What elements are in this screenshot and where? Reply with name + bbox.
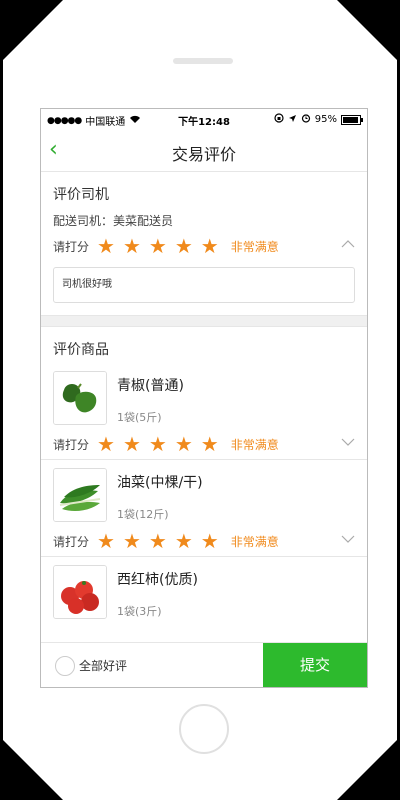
product-item: 油菜(中棵/干) 1袋(12斤) 请打分 ★ ★ ★ ★ ★ 非常满意 [41, 459, 367, 556]
frame-corner [3, 740, 63, 800]
chevron-down-icon[interactable] [341, 532, 355, 548]
star-rating[interactable]: ★ ★ ★ ★ ★ [97, 531, 219, 551]
star-icon[interactable]: ★ [201, 531, 219, 551]
star-rating[interactable]: ★ ★ ★ ★ ★ [97, 434, 219, 454]
product-quantity: 1袋(12斤) [117, 508, 169, 521]
star-icon[interactable]: ★ [149, 531, 167, 551]
product-quantity: 1袋(3斤) [117, 605, 162, 618]
star-icon[interactable]: ★ [123, 531, 141, 551]
star-icon[interactable]: ★ [175, 434, 193, 454]
nav-bar: ‹ 交易评价 [41, 131, 367, 172]
rating-label: 请打分 [53, 534, 90, 549]
product-rating-row: 请打分 ★ ★ ★ ★ ★ 非常满意 [41, 431, 367, 457]
star-icon[interactable]: ★ [201, 236, 219, 256]
rating-text: 非常满意 [230, 534, 279, 549]
status-bar: ●●●●● 中国联通 下午12:48 95% [41, 109, 367, 131]
goods-section-title: 评价商品 [53, 342, 109, 358]
screen: ●●●●● 中国联通 下午12:48 95% ‹ 交易评价 评价司机 配送司机：… [40, 108, 368, 688]
location-icon [288, 114, 297, 126]
chevron-down-icon[interactable] [341, 435, 355, 451]
driver-section-title: 评价司机 [53, 187, 109, 203]
star-icon[interactable]: ★ [149, 236, 167, 256]
lock-rotation-icon [274, 113, 284, 126]
tomato-image [53, 565, 107, 619]
frame-corner [337, 0, 397, 60]
frame-corner [337, 740, 397, 800]
home-button[interactable] [179, 704, 229, 754]
rating-text: 非常满意 [230, 239, 279, 254]
product-name: 青椒(普通) [117, 378, 184, 394]
select-all-label[interactable]: 全部好评 [79, 657, 127, 674]
star-icon[interactable]: ★ [97, 434, 115, 454]
page-title: 交易评价 [171, 145, 236, 164]
driver-name: 配送司机：美菜配送员 [53, 214, 174, 228]
star-icon[interactable]: ★ [123, 434, 141, 454]
product-quantity: 1袋(5斤) [117, 411, 162, 424]
rating-label: 请打分 [53, 239, 90, 254]
star-rating[interactable]: ★ ★ ★ ★ ★ [97, 236, 219, 256]
green-pepper-image [53, 371, 107, 425]
driver-rating-row: 请打分 ★ ★ ★ ★ ★ 非常满意 [41, 233, 367, 259]
star-icon[interactable]: ★ [97, 236, 115, 256]
product-item: 青椒(普通) 1袋(5斤) 请打分 ★ ★ ★ ★ ★ 非常满意 [41, 363, 367, 459]
content: 评价司机 配送司机：美菜配送员 请打分 ★ ★ ★ ★ ★ 非常满意 司机很好哦… [41, 172, 367, 653]
product-name: 西红柿(优质) [117, 572, 198, 588]
rating-text: 非常满意 [230, 437, 279, 452]
chevron-up-icon[interactable] [341, 237, 355, 253]
star-icon[interactable]: ★ [201, 434, 219, 454]
driver-comment-input[interactable]: 司机很好哦 [53, 267, 355, 303]
battery-percent: 95% [314, 114, 337, 125]
speaker [173, 58, 233, 64]
star-icon[interactable]: ★ [123, 236, 141, 256]
frame-corner [3, 0, 63, 60]
rating-label: 请打分 [53, 437, 90, 452]
product-name: 油菜(中棵/干) [117, 475, 203, 491]
star-icon[interactable]: ★ [97, 531, 115, 551]
star-icon[interactable]: ★ [149, 434, 167, 454]
star-icon[interactable]: ★ [175, 236, 193, 256]
select-all-checkbox[interactable] [55, 656, 75, 676]
status-right: 95% [274, 113, 363, 126]
battery-icon [341, 114, 363, 125]
product-rating-row: 请打分 ★ ★ ★ ★ ★ 非常满意 [41, 528, 367, 554]
phone-frame: ●●●●● 中国联通 下午12:48 95% ‹ 交易评价 评价司机 配送司机：… [3, 0, 397, 800]
bottom-bar: 全部好评 提交 [41, 642, 367, 687]
submit-button[interactable]: 提交 [263, 643, 367, 687]
alarm-icon [301, 113, 311, 126]
section-divider [41, 315, 367, 327]
product-item: 西红柿(优质) 1袋(3斤) [41, 556, 367, 653]
star-icon[interactable]: ★ [175, 531, 193, 551]
bok-choy-image [53, 468, 107, 522]
